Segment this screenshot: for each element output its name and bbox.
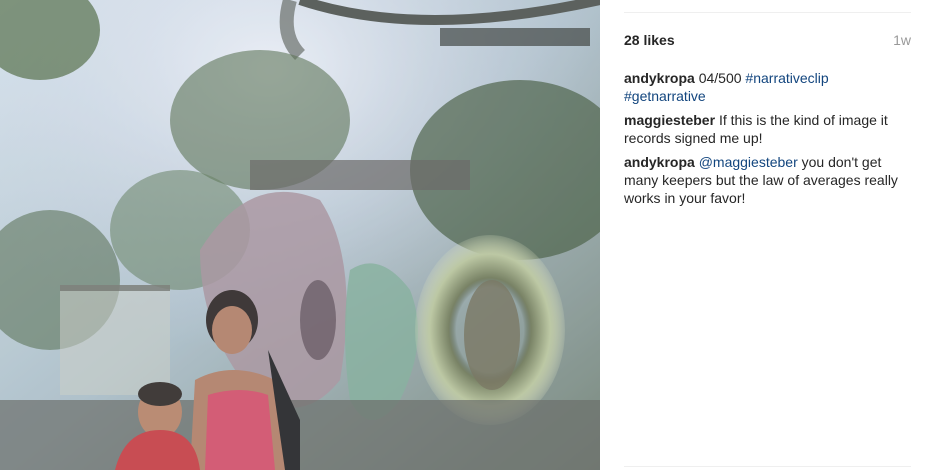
post-photo[interactable] [0, 0, 600, 470]
comment-username[interactable]: andykropa [624, 70, 695, 86]
hashtag-link[interactable]: #getnarrative [624, 88, 706, 104]
comment-text: 04/500 [698, 70, 742, 86]
comment-username[interactable]: andykropa [624, 154, 695, 170]
bottom-divider [624, 466, 911, 467]
comment-item: maggiesteber If this is the kind of imag… [624, 111, 911, 147]
top-divider [624, 12, 911, 13]
mention-link[interactable]: @maggiesteber [699, 154, 798, 170]
likes-count[interactable]: 28 likes [624, 32, 675, 48]
post-timestamp[interactable]: 1w [893, 32, 911, 48]
hashtag-link[interactable]: #narrativeclip [745, 70, 828, 86]
comment-username[interactable]: maggiesteber [624, 112, 715, 128]
post-sidebar: 28 likes 1w andykropa 04/500 #narrativec… [600, 0, 935, 470]
comment-item: andykropa 04/500 #narrativeclip #getnarr… [624, 69, 911, 105]
post-meta: 28 likes 1w [624, 32, 911, 48]
comment-list: andykropa 04/500 #narrativeclip #getnarr… [624, 69, 911, 213]
comment-item: andykropa @maggiesteber you don't get ma… [624, 153, 911, 207]
photo-image [0, 0, 600, 470]
